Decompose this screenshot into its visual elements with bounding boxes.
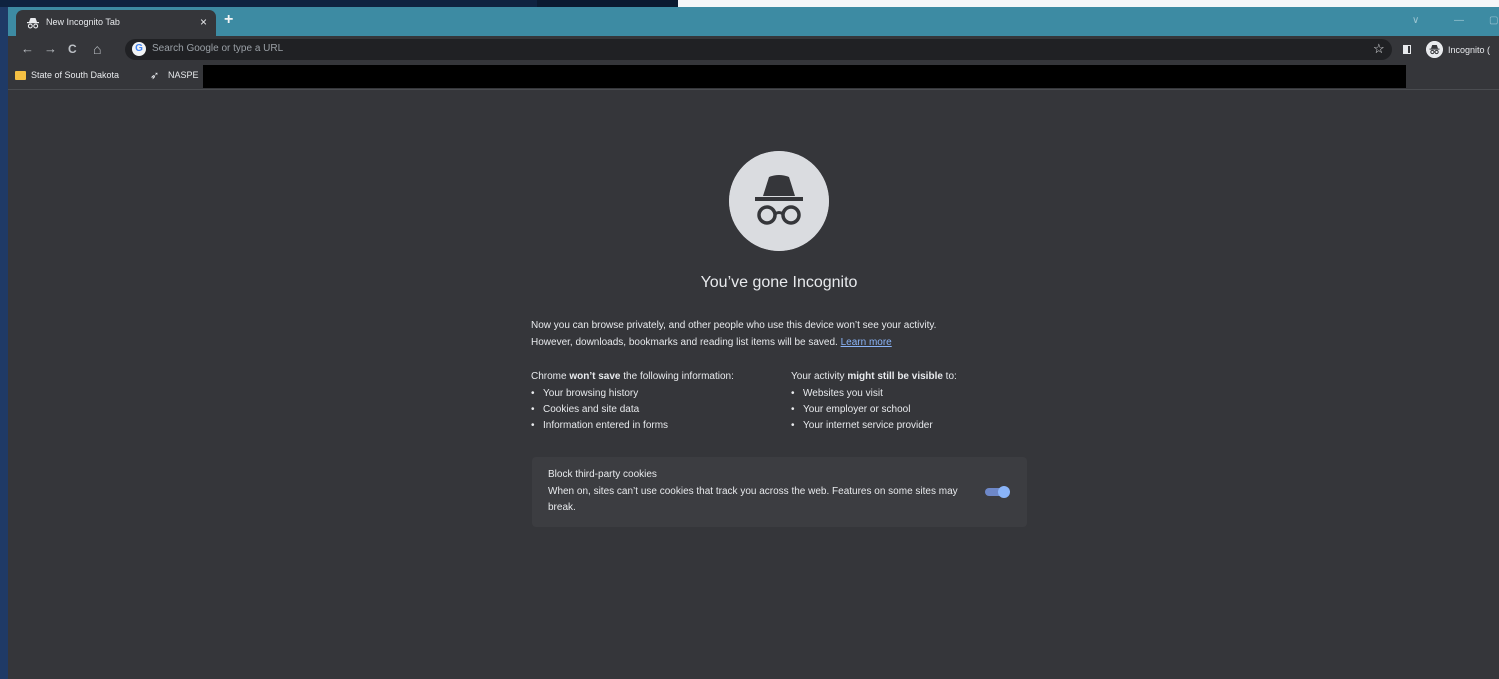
folder-icon — [15, 71, 26, 80]
cookies-description: When on, sites can’t use cookies that tr… — [548, 486, 958, 513]
omnibox-placeholder: Search Google or type a URL — [152, 43, 284, 54]
bookmark-state-of-south-dakota[interactable]: State of South Dakota — [31, 70, 119, 80]
cookies-title: Block third-party cookies — [548, 469, 657, 480]
still-visible-list: Your activity might still be visible to:… — [791, 369, 957, 434]
maximize-button[interactable]: ▢ — [1489, 15, 1498, 26]
wont-save-title-bold: won’t save — [569, 371, 621, 382]
incognito-hero-icon — [729, 151, 829, 251]
wont-save-list: Chrome won’t save the following informat… — [531, 369, 734, 434]
redacted-bookmarks — [203, 65, 1406, 88]
bookmark-star-icon[interactable]: ☆ — [1373, 41, 1385, 57]
profile-label: Incognito ( — [1448, 45, 1491, 55]
google-icon: G — [132, 42, 146, 56]
pin-icon: ➶ — [150, 70, 160, 82]
reload-button[interactable]: C — [68, 41, 77, 57]
side-panel-icon[interactable] — [1403, 45, 1411, 54]
third-party-cookies-card: Block third-party cookies When on, sites… — [532, 457, 1027, 527]
home-button[interactable]: ⌂ — [93, 41, 101, 57]
chevron-down-icon[interactable]: ∨ — [1412, 15, 1419, 26]
intro-line-1: Now you can browse privately, and other … — [531, 320, 937, 331]
incognito-avatar-icon — [1426, 41, 1443, 58]
list-item: Websites you visit — [791, 386, 957, 402]
still-visible-title: Your activity might still be visible to: — [791, 369, 957, 385]
desktop-background-left — [0, 0, 8, 679]
still-visible-title-bold: might still be visible — [847, 371, 943, 382]
list-item: Cookies and site data — [531, 402, 734, 418]
back-button[interactable]: ← — [21, 41, 34, 57]
new-tab-button[interactable]: + — [224, 11, 233, 29]
desktop-background-top — [0, 0, 1499, 7]
intro-text: Now you can browse privately, and other … — [531, 317, 1011, 351]
tab-new-incognito[interactable]: New Incognito Tab × — [16, 10, 216, 36]
still-visible-title-pre: Your activity — [791, 371, 848, 382]
wont-save-title-post: the following information: — [620, 371, 734, 382]
bookmark-naspe[interactable]: NASPE — [168, 70, 199, 80]
block-cookies-toggle[interactable] — [985, 486, 1011, 498]
intro-line-2: However, downloads, bookmarks and readin… — [531, 334, 1011, 351]
list-item: Your internet service provider — [791, 418, 957, 434]
profile-button[interactable]: Incognito ( — [1426, 41, 1499, 59]
minimize-button[interactable]: — — [1454, 15, 1464, 26]
close-icon[interactable]: × — [200, 14, 207, 30]
learn-more-link[interactable]: Learn more — [841, 337, 892, 348]
toggle-knob — [998, 486, 1010, 498]
list-item: Your employer or school — [791, 402, 957, 418]
list-item: Information entered in forms — [531, 418, 734, 434]
bookmarks-bar: State of South Dakota ➶ NASPE — [8, 64, 1499, 90]
desktop-strip-light — [678, 0, 1499, 7]
still-visible-title-post: to: — [942, 371, 957, 382]
tab-strip: New Incognito Tab × + ∨ — ▢ — [8, 7, 1499, 36]
page-title: You’ve gone Incognito — [700, 274, 858, 291]
address-bar[interactable]: G Search Google or type a URL ☆ — [125, 39, 1392, 60]
incognito-new-tab-page: You’ve gone Incognito Now you can browse… — [8, 90, 1499, 679]
desktop-strip-dark — [537, 0, 678, 7]
list-item: Your browsing history — [531, 386, 734, 402]
intro-line-2-text: However, downloads, bookmarks and readin… — [531, 337, 838, 348]
tab-title: New Incognito Tab — [46, 17, 120, 27]
forward-button[interactable]: → — [44, 41, 57, 57]
incognito-icon — [27, 18, 39, 29]
wont-save-title: Chrome won’t save the following informat… — [531, 369, 734, 385]
toolbar: ← → C ⌂ G Search Google or type a URL ☆ … — [8, 36, 1499, 64]
wont-save-title-pre: Chrome — [531, 371, 570, 382]
browser-window: New Incognito Tab × + ∨ — ▢ ← → C ⌂ G Se… — [8, 7, 1499, 679]
